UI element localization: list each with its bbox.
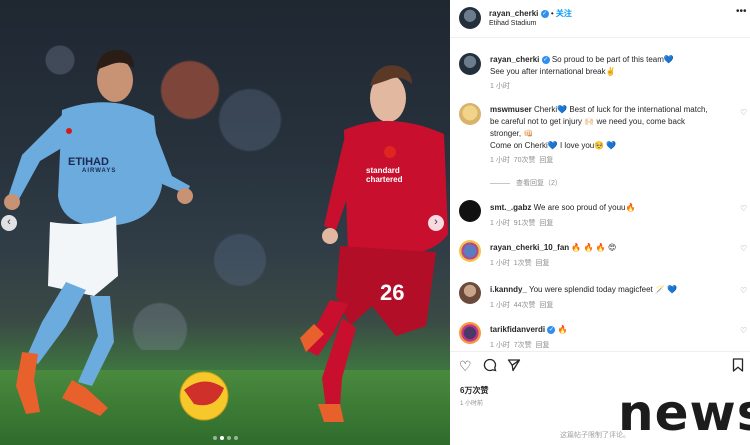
comment-username[interactable]: mswmuser bbox=[490, 105, 532, 114]
comment-meta: 1 小时 70次赞 回复 bbox=[490, 155, 553, 165]
jersey-sponsor-left: ETIHAD AIRWAYS bbox=[68, 156, 117, 174]
like-comment-heart-icon[interactable]: ♡ bbox=[740, 286, 747, 295]
divider bbox=[490, 182, 510, 184]
comment-time: 1 小时 bbox=[490, 302, 510, 309]
caption-text: rayan_cherki ✓ So proud to be part of th… bbox=[490, 54, 728, 78]
comment-text: mswmuser Cherki💙 Best of luck for the in… bbox=[490, 104, 728, 152]
liverpool-player bbox=[300, 65, 448, 422]
reply-button[interactable]: 回复 bbox=[539, 157, 553, 164]
comment-likes[interactable]: 44次赞 bbox=[514, 302, 536, 309]
like-comment-heart-icon[interactable]: ♡ bbox=[740, 108, 747, 117]
post-photo: ETIHAD AIRWAYS standard chartered 26 ‹ › bbox=[0, 0, 450, 445]
comment-bubble-icon[interactable] bbox=[483, 358, 497, 375]
avatar[interactable] bbox=[459, 240, 481, 262]
share-send-icon[interactable] bbox=[507, 358, 521, 375]
caption-username[interactable]: rayan_cherki bbox=[490, 55, 539, 64]
news-watermark: news bbox=[618, 384, 750, 442]
avatar[interactable] bbox=[459, 53, 481, 75]
header-username[interactable]: rayan_cherki bbox=[489, 9, 538, 18]
view-replies-button[interactable]: 查看回复（2） bbox=[490, 178, 562, 188]
comment-time: 1 小时 bbox=[490, 157, 510, 164]
comment-text: rayan_cherki_10_fan 🔥 🔥 🔥 😍 bbox=[490, 242, 728, 254]
comment-username[interactable]: i.kanndy_ bbox=[490, 285, 527, 294]
post-header: rayan_cherki ✓ • 关注 Etihad Stadium ••• bbox=[450, 0, 750, 38]
caption-line-2: See you after international break✌️ bbox=[490, 67, 616, 76]
avatar[interactable] bbox=[459, 322, 481, 344]
comment-username[interactable]: tarikfidanverdi bbox=[490, 325, 545, 334]
comment-likes[interactable]: 70次赞 bbox=[514, 157, 536, 164]
comment-time: 1 小时 bbox=[490, 260, 510, 267]
verified-badge-icon: ✓ bbox=[540, 9, 549, 18]
reply-button[interactable]: 回复 bbox=[539, 220, 553, 227]
carousel-dots bbox=[213, 436, 238, 440]
comment-line: Cherki💙 Best of luck for the internation… bbox=[534, 105, 708, 114]
comment-body: 🔥 🔥 🔥 😍 bbox=[571, 243, 617, 252]
comment-text: smt._.gabz We are soo proud of youu🔥 bbox=[490, 202, 728, 214]
comment-line: Come on Cherki💙 I love you🥺 💙 bbox=[490, 141, 617, 150]
reply-button[interactable]: 回复 bbox=[536, 260, 550, 267]
jersey-sponsor-right: standard chartered bbox=[366, 166, 403, 184]
next-photo-button[interactable]: › bbox=[428, 215, 444, 231]
reply-button[interactable]: 回复 bbox=[539, 302, 553, 309]
comment-body: 🔥 bbox=[557, 325, 568, 334]
comment-meta: 1 小时 1次赞 回复 bbox=[490, 258, 550, 268]
comment-username[interactable]: smt._.gabz bbox=[490, 203, 531, 212]
like-comment-heart-icon[interactable]: ♡ bbox=[740, 326, 747, 335]
post-side-panel: rayan_cherki ✓ • 关注 Etihad Stadium ••• r… bbox=[450, 0, 750, 445]
caption-line-1: So proud to be part of this team💙 bbox=[551, 55, 674, 64]
carousel-dot bbox=[234, 436, 238, 440]
verified-badge-icon: ✓ bbox=[541, 55, 550, 64]
football bbox=[179, 371, 229, 421]
avatar[interactable] bbox=[459, 282, 481, 304]
post-likes-count[interactable]: 6万次赞 bbox=[460, 385, 488, 396]
comment-line: be careful not to get injury 🙌🏻 we need … bbox=[490, 117, 685, 126]
comment-body: You were splendid today magicfeet 🪄 💙 bbox=[528, 285, 678, 294]
comment-text: i.kanndy_ You were splendid today magicf… bbox=[490, 284, 728, 296]
comment-body: We are soo proud of youu🔥 bbox=[533, 203, 636, 212]
comment-time: 1 小时 bbox=[490, 220, 510, 227]
carousel-dot bbox=[213, 436, 217, 440]
avatar[interactable] bbox=[459, 7, 481, 29]
jersey-number: 26 bbox=[380, 280, 405, 305]
comment-meta: 1 小时 7次赞 回复 bbox=[490, 340, 550, 350]
previous-photo-button[interactable]: ‹ bbox=[1, 215, 17, 231]
verified-badge-icon: ✓ bbox=[547, 325, 556, 334]
comment-username[interactable]: rayan_cherki_10_fan bbox=[490, 243, 569, 252]
reply-button[interactable]: 回复 bbox=[536, 342, 550, 349]
comment-time: 1 小时 bbox=[490, 342, 510, 349]
players-illustration bbox=[4, 49, 448, 422]
comment-text: tarikfidanverdi ✓ 🔥 bbox=[490, 324, 728, 336]
city-player bbox=[4, 49, 193, 416]
like-comment-heart-icon[interactable]: ♡ bbox=[740, 204, 747, 213]
avatar[interactable] bbox=[459, 200, 481, 222]
comment-meta: 1 小时 91次赞 回复 bbox=[490, 218, 553, 228]
save-bookmark-icon[interactable] bbox=[732, 358, 744, 375]
header-user-line: rayan_cherki ✓ • 关注 bbox=[489, 8, 572, 19]
caption-time: 1 小时 bbox=[490, 83, 510, 90]
comment-likes[interactable]: 91次赞 bbox=[514, 220, 536, 227]
carousel-dot-active bbox=[220, 436, 224, 440]
like-heart-icon[interactable]: ♡ bbox=[459, 358, 472, 375]
comment-line: stronger, 👊🏻 bbox=[490, 129, 534, 138]
more-options-icon[interactable]: ••• bbox=[736, 6, 747, 17]
avatar[interactable] bbox=[459, 103, 481, 125]
post-time: 1 小时前 bbox=[460, 401, 484, 407]
carousel-dot bbox=[227, 436, 231, 440]
like-comment-heart-icon[interactable]: ♡ bbox=[740, 244, 747, 253]
comment-meta: 1 小时 44次赞 回复 bbox=[490, 300, 553, 310]
follow-button[interactable]: 关注 bbox=[556, 9, 572, 18]
comment-likes[interactable]: 1次赞 bbox=[514, 260, 532, 267]
location-link[interactable]: Etihad Stadium bbox=[489, 20, 536, 27]
comment-likes[interactable]: 7次赞 bbox=[514, 342, 532, 349]
separator: • bbox=[550, 9, 554, 18]
